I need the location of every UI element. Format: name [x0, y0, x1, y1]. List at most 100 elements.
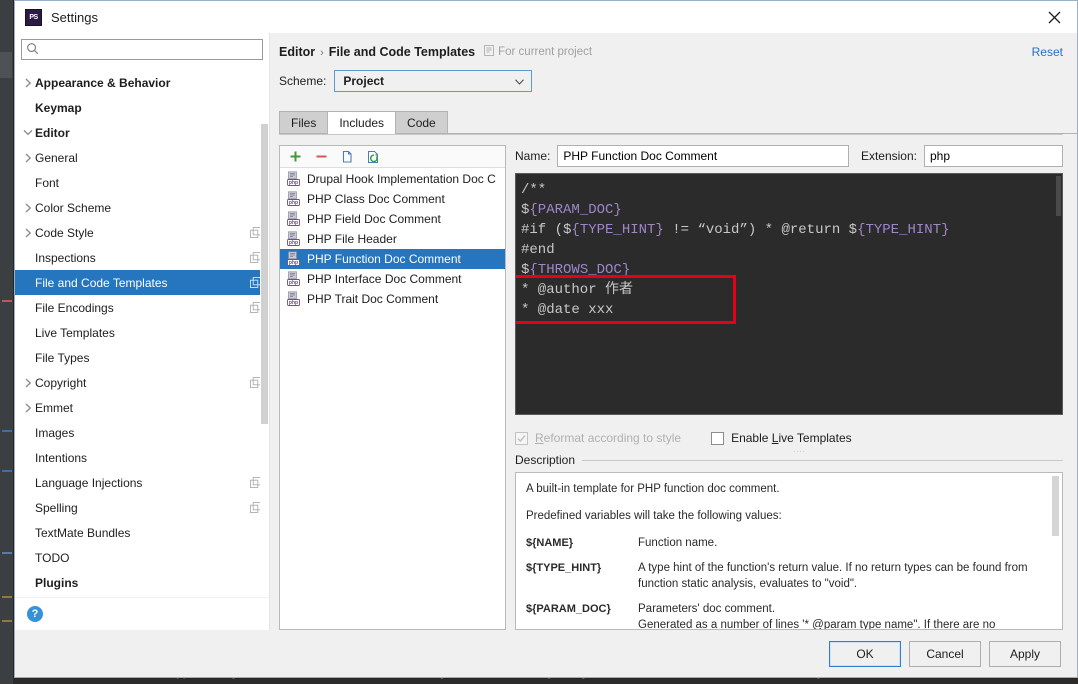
- name-label: Name:: [515, 149, 550, 163]
- php-template-icon: php: [286, 191, 307, 207]
- tree-spacer: [21, 245, 35, 270]
- sidebar-item-editor[interactable]: Editor: [15, 120, 269, 145]
- sidebar-item-appearance-behavior[interactable]: Appearance & Behavior: [15, 70, 269, 95]
- tree-spacer: [21, 345, 35, 370]
- sidebar-item-inspections[interactable]: Inspections: [15, 245, 269, 270]
- description-scrollbar[interactable]: [1052, 474, 1061, 628]
- list-item[interactable]: php PHP Field Doc Comment: [280, 209, 505, 229]
- sidebar-item-language-injections[interactable]: Language Injections: [15, 470, 269, 495]
- sidebar-item-live-templates[interactable]: Live Templates: [15, 320, 269, 345]
- sidebar-item-version-control[interactable]: Version Control: [15, 595, 269, 597]
- sidebar-item-images[interactable]: Images: [15, 420, 269, 445]
- sidebar-item-label: Color Scheme: [35, 201, 111, 215]
- reformat-checkbox-box: [515, 432, 528, 445]
- chevron-right-icon[interactable]: [21, 220, 35, 245]
- dialog-title-bar: PS Settings: [15, 1, 1077, 33]
- chevron-right-icon[interactable]: [21, 70, 35, 95]
- sidebar-item-intentions[interactable]: Intentions: [15, 445, 269, 470]
- code-text: #if ($: [521, 222, 571, 238]
- chevron-right-icon[interactable]: [21, 595, 35, 597]
- description-box[interactable]: A built-in template for PHP function doc…: [515, 472, 1063, 630]
- tree-spacer: [21, 420, 35, 445]
- template-extension-input[interactable]: [924, 145, 1063, 167]
- tab-includes[interactable]: Includes: [327, 111, 396, 134]
- sidebar-item-emmet[interactable]: Emmet: [15, 395, 269, 420]
- scheme-select[interactable]: Project: [334, 70, 532, 92]
- plus-icon[interactable]: [287, 149, 303, 165]
- sidebar-item-color-scheme[interactable]: Color Scheme: [15, 195, 269, 220]
- tab-files[interactable]: Files: [279, 111, 328, 134]
- legend-divider: [582, 460, 1063, 461]
- sidebar-item-file-encodings[interactable]: File Encodings: [15, 295, 269, 320]
- sidebar-item-general[interactable]: General: [15, 145, 269, 170]
- code-line: ${THROWS_DOC}: [516, 260, 1062, 280]
- code-line: #if (${TYPE_HINT} != “void”) * @return $…: [516, 220, 1062, 240]
- list-item[interactable]: php PHP Interface Doc Comment: [280, 269, 505, 289]
- copy-icon[interactable]: [339, 149, 355, 165]
- name-row: Name: Extension:: [515, 145, 1063, 167]
- settings-content: Editor › File and Code Templates For cur…: [270, 33, 1077, 630]
- description-variable-row: ${NAME}Function name.: [526, 535, 1052, 551]
- sidebar-item-file-and-code-templates[interactable]: File and Code Templates: [15, 270, 269, 295]
- list-item[interactable]: php PHP File Header: [280, 229, 505, 249]
- ok-button[interactable]: OK: [829, 641, 901, 667]
- code-editor-scrollbar[interactable]: [1055, 174, 1062, 414]
- enable-live-templates-checkbox[interactable]: Enable Live Templates: [711, 431, 852, 445]
- breadcrumb-item-editor[interactable]: Editor: [279, 45, 315, 59]
- minus-icon[interactable]: [313, 149, 329, 165]
- template-list-panel: php Drupal Hook Implementation Doc C php…: [279, 145, 506, 630]
- sidebar-item-file-types[interactable]: File Types: [15, 345, 269, 370]
- php-template-icon: php: [286, 251, 307, 267]
- help-icon[interactable]: ?: [27, 606, 43, 622]
- list-item[interactable]: php Drupal Hook Implementation Doc C: [280, 169, 505, 189]
- sidebar-item-spelling[interactable]: Spelling: [15, 495, 269, 520]
- help-bar: ?: [15, 597, 269, 630]
- sidebar-item-todo[interactable]: TODO: [15, 545, 269, 570]
- code-text: /**: [521, 182, 546, 198]
- description-variable-name: ${TYPE_HINT}: [526, 560, 638, 592]
- sidebar-scrollbar[interactable]: [260, 64, 269, 597]
- ide-tool-window-tab[interactable]: [0, 52, 12, 78]
- search-input[interactable]: [43, 41, 262, 58]
- reformat-according-to-style-checkbox[interactable]: Reformat according to style: [515, 431, 681, 445]
- reset-link[interactable]: Reset: [1032, 45, 1063, 59]
- settings-sidebar: Appearance & BehaviorKeymapEditorGeneral…: [15, 33, 270, 630]
- php-template-icon: php: [286, 271, 307, 287]
- chevron-right-icon[interactable]: [21, 145, 35, 170]
- search-box[interactable]: [21, 39, 263, 60]
- list-item-label: PHP Function Doc Comment: [307, 252, 461, 266]
- list-item[interactable]: php PHP Trait Doc Comment: [280, 289, 505, 309]
- sidebar-item-code-style[interactable]: Code Style: [15, 220, 269, 245]
- restore-icon[interactable]: [365, 149, 381, 165]
- template-name-input[interactable]: [557, 145, 849, 167]
- description-scrollbar-thumb[interactable]: [1052, 476, 1059, 536]
- list-item-label: Drupal Hook Implementation Doc C: [307, 172, 496, 186]
- tab-code[interactable]: Code: [395, 111, 448, 134]
- project-scope-icon: [484, 45, 494, 59]
- chevron-right-icon[interactable]: [21, 195, 35, 220]
- apply-button[interactable]: Apply: [989, 641, 1061, 667]
- content-area: php Drupal Hook Implementation Doc C php…: [270, 135, 1077, 630]
- sidebar-item-keymap[interactable]: Keymap: [15, 95, 269, 120]
- breadcrumb-item-file-and-code-templates: File and Code Templates: [329, 45, 475, 59]
- sidebar-scrollbar-thumb[interactable]: [261, 124, 268, 424]
- sidebar-item-plugins[interactable]: Plugins: [15, 570, 269, 595]
- template-code-editor[interactable]: /**${PARAM_DOC}#if (${TYPE_HINT} != “voi…: [515, 173, 1063, 415]
- template-variable: {TYPE_HINT}: [571, 222, 663, 238]
- list-item[interactable]: php PHP Function Doc Comment: [280, 249, 505, 269]
- chevron-down-icon[interactable]: [21, 120, 35, 145]
- cancel-button[interactable]: Cancel: [909, 641, 981, 667]
- template-list[interactable]: php Drupal Hook Implementation Doc C php…: [280, 168, 505, 629]
- close-icon[interactable]: [1031, 1, 1077, 33]
- chevron-right-icon[interactable]: [21, 395, 35, 420]
- code-editor-scrollbar-thumb[interactable]: [1056, 176, 1061, 216]
- sidebar-tree-scroll: Appearance & BehaviorKeymapEditorGeneral…: [15, 64, 269, 597]
- description-variable-row: ${PARAM_DOC}Parameters' doc comment.Gene…: [526, 601, 1052, 630]
- sidebar-item-font[interactable]: Font: [15, 170, 269, 195]
- sidebar-item-textmate-bundles[interactable]: TextMate Bundles: [15, 520, 269, 545]
- tab-label: Files: [291, 116, 316, 130]
- chevron-right-icon[interactable]: [21, 370, 35, 395]
- sidebar-item-copyright[interactable]: Copyright: [15, 370, 269, 395]
- template-variable: {PARAM_DOC}: [529, 202, 621, 218]
- list-item[interactable]: php PHP Class Doc Comment: [280, 189, 505, 209]
